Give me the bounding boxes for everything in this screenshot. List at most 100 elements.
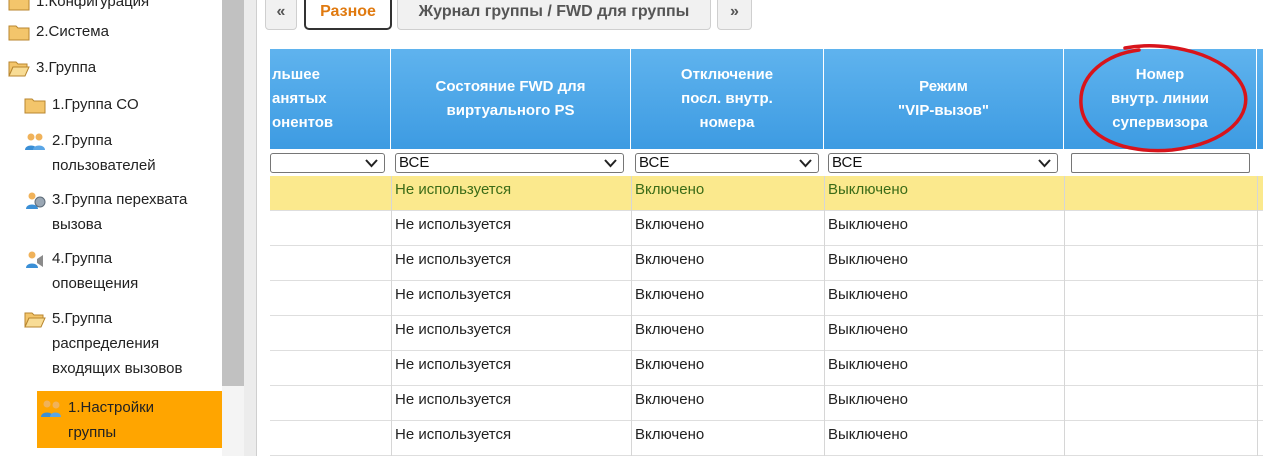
column-divider (391, 176, 392, 456)
table-cell (270, 351, 391, 385)
table-cell-vip: Выключено (828, 216, 908, 233)
panel-divider (244, 0, 257, 456)
tree-item-system[interactable]: 2.Система (8, 19, 109, 44)
filter-select-last-ext-disable[interactable]: ВСЕ (635, 153, 819, 173)
column-header-line1: Состояние FWD для (435, 78, 586, 95)
column-header-supervisor-ext[interactable]: Номер внутр. линии супервизора (1064, 49, 1257, 149)
tab-next-button[interactable]: » (717, 0, 752, 30)
tree-item-label-line2: вызова (52, 216, 102, 233)
column-divider (631, 176, 632, 456)
pickup-group-icon (26, 192, 46, 209)
table-cell-last-ext: Включено (635, 426, 705, 443)
tree-item-co-group[interactable]: 1.Группа CO (24, 92, 139, 117)
tree-item-configuration[interactable]: 1.Конфигурация (8, 0, 149, 14)
table-cell-supervisor (1064, 211, 1257, 245)
tree-item-label-line1: 4.Группа (52, 250, 113, 267)
filter-input-supervisor-ext[interactable] (1071, 153, 1250, 173)
tab-group-journal[interactable]: Журнал группы / FWD для группы (397, 0, 711, 30)
table-row[interactable]: Не используется Включено Выключено (270, 281, 1263, 316)
table-cell-fwd: Не используется (395, 181, 512, 198)
table-row[interactable]: Не используется Включено Выключено (270, 421, 1263, 456)
tree-item-label: 3.Группа перехвата вызова (52, 187, 187, 237)
tree-item-label-line1: 3.Группа перехвата (52, 191, 188, 208)
tree-item-user-group[interactable]: 2.Группа пользователей (24, 128, 156, 178)
table-cell (270, 211, 391, 245)
table-cell-vip: Выключено (828, 391, 908, 408)
table-row[interactable]: Не используется Включено Выключено (270, 316, 1263, 351)
table-cell-vip: Выключено (828, 251, 908, 268)
folder-icon (8, 25, 30, 41)
table-cell (270, 281, 391, 315)
table-cell-supervisor (1064, 246, 1257, 280)
tree-item-label-line1: 1.Настройки (68, 399, 155, 416)
tab-prev-button[interactable]: « (265, 0, 297, 30)
tree-item-pickup-group[interactable]: 3.Группа перехвата вызова (24, 187, 187, 237)
tree-item-label-line2: оповещения (52, 275, 139, 292)
column-header-fwd-virtual-ps[interactable]: Состояние FWD для виртуального PS (391, 49, 631, 149)
sidebar-scrollbar-thumb[interactable] (222, 0, 244, 386)
tab-misc[interactable]: Разное (304, 0, 392, 30)
table-cell-supervisor (1064, 421, 1257, 455)
column-header-line1: Номер (1135, 66, 1185, 83)
tree-item-label-line1: 2.Группа (52, 132, 113, 149)
column-header-last-ext-disable[interactable]: Отключение посл. внутр. номера (631, 49, 824, 149)
tree-item-group-settings[interactable]: 1.Настройки группы (37, 391, 222, 448)
filter-select-vip-mode[interactable]: ВСЕ (828, 153, 1058, 173)
filter-select-max-busy[interactable] (270, 153, 385, 173)
column-header-line3: онентов (272, 114, 334, 131)
table-cell-last-ext: Включено (635, 216, 705, 233)
table-cell-supervisor (1064, 176, 1257, 210)
chevron-down-icon (799, 159, 812, 168)
column-header-line2: виртуального PS (446, 102, 575, 119)
filter-select-fwd-virtual-ps[interactable]: ВСЕ (395, 153, 624, 173)
table-cell-vip: Выключено (828, 181, 908, 198)
table-cell-last-ext: Включено (635, 391, 705, 408)
tree-item-label: 2.Система (36, 23, 109, 40)
table-cell-supervisor (1064, 281, 1257, 315)
table-cell-fwd: Не используется (395, 391, 512, 408)
table-row[interactable]: Не используется Включено Выключено (270, 351, 1263, 386)
column-header-text: Состояние FWD для виртуального PS (436, 75, 586, 123)
settings-grid: льшее анятых онентов Состояние FWD для в… (270, 46, 1263, 456)
column-header-vip-mode[interactable]: Режим "VIP-вызов" (824, 49, 1064, 149)
column-header-line2: "VIP-вызов" (898, 102, 989, 119)
navigation-tree: 1.Конфигурация 2.Система 3.Группа 1.Груп… (0, 0, 222, 456)
tree-item-label: 1.Конфигурация (36, 0, 150, 10)
tree-item-label: 2.Группа пользователей (52, 128, 156, 178)
column-header-line1: льшее (272, 66, 320, 83)
table-cell-last-ext: Включено (635, 321, 705, 338)
folder-open-icon (8, 61, 30, 77)
tree-item-label-line3: входящих вызовов (52, 360, 183, 377)
column-header-next[interactable] (1257, 49, 1263, 149)
tree-item-paging-group[interactable]: 4.Группа оповещения (24, 246, 138, 296)
table-row[interactable]: Не используется Включено Выключено (270, 386, 1263, 421)
table-cell-vip: Выключено (828, 426, 908, 443)
column-divider (1257, 176, 1258, 456)
table-row[interactable]: Не используется Включено Выключено (270, 246, 1263, 281)
table-cell-vip: Выключено (828, 321, 908, 338)
table-cell-supervisor (1064, 386, 1257, 420)
tree-item-label-line2: пользователей (52, 157, 156, 174)
column-header-text: Режим "VIP-вызов" (898, 75, 989, 123)
table-row[interactable]: Не используется Включено Выключено (270, 176, 1263, 211)
tree-item-label: 3.Группа (36, 59, 97, 76)
table-cell (270, 421, 391, 455)
table-cell-fwd: Не используется (395, 426, 512, 443)
folder-icon (24, 98, 46, 114)
folder-open-icon (24, 312, 46, 328)
table-cell-vip: Выключено (828, 286, 908, 303)
tree-item-group[interactable]: 3.Группа (8, 55, 96, 80)
column-divider (1064, 176, 1065, 456)
table-row[interactable]: Не используется Включено Выключено (270, 211, 1263, 246)
table-cell (270, 386, 391, 420)
column-header-line3: супервизора (1112, 114, 1208, 131)
tree-item-label-line1: 5.Группа (52, 310, 113, 327)
tree-item-label: 4.Группа оповещения (52, 246, 138, 296)
table-cell-fwd: Не используется (395, 286, 512, 303)
tree-item-label-line2: группы (68, 424, 117, 441)
column-header-max-busy[interactable]: льшее анятых онентов (270, 49, 391, 149)
tree-item-label-line2: распределения (52, 335, 160, 352)
column-header-text: льшее анятых онентов (272, 63, 333, 135)
users-icon (25, 133, 45, 150)
tree-item-icd-group[interactable]: 5.Группа распределения входящих вызовов (24, 306, 183, 381)
